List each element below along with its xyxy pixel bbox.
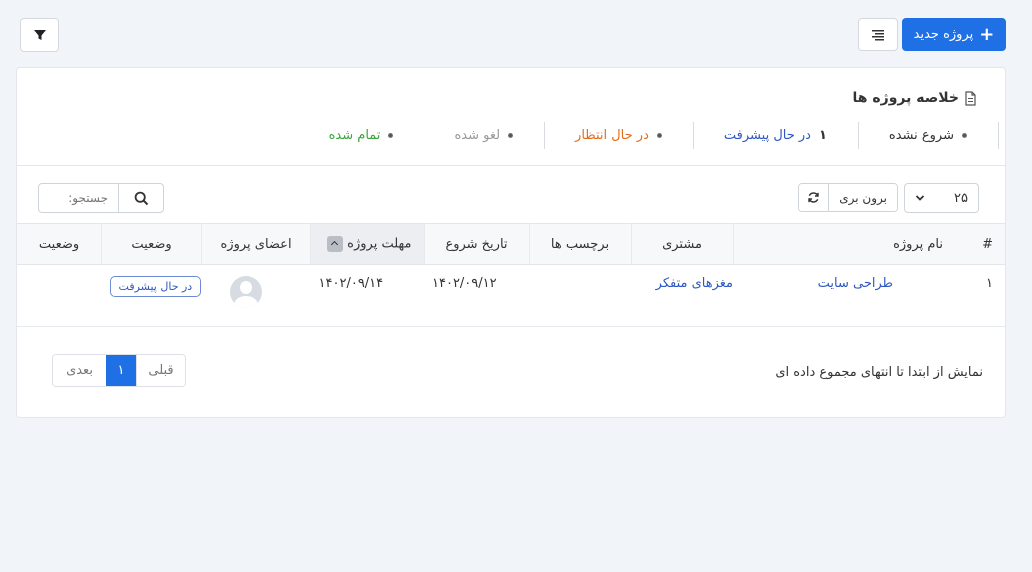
new-project-label: پروژه جدید [913,27,974,42]
stat-count: ۱ [818,128,827,143]
col-status-2[interactable]: وضعیت [17,223,102,265]
stat-on-hold[interactable]: در حال انتظار [545,122,694,149]
cell-members [201,264,311,327]
page-1-button[interactable]: ۱ [106,355,136,386]
client-link[interactable]: مغزهای متفکر [656,276,733,291]
col-tags[interactable]: برچسب ها [528,223,631,265]
next-page-button[interactable]: بعدی [53,355,106,386]
page-size-value: ۲۵ [954,190,968,206]
top-toolbar: + پروژه جدید [20,17,1006,52]
search-input[interactable] [38,183,119,213]
table-header-row: # نام پروژه مشتری برچسب ها تاریخ شروع مه… [17,223,1005,265]
col-members[interactable]: اعضای پروژه [201,223,311,265]
cell-client[interactable]: مغزهای متفکر [631,264,733,327]
export-group: برون بری [798,183,898,212]
col-deadline[interactable]: مهلت پروژه [310,223,424,265]
export-button[interactable]: برون بری [828,184,897,211]
project-link[interactable]: طراحی سایت [818,276,893,291]
table-controls: ۲۵ برون بری [798,183,979,213]
refresh-icon [808,192,819,203]
page-size-select[interactable]: ۲۵ [904,183,979,213]
stat-in-progress[interactable]: ۱ در حال پیشرفت [694,122,859,149]
stat-label: در حال انتظار [575,128,649,143]
list-view-button[interactable] [858,18,898,51]
summary-title-text: خلاصه پروژه ها [852,90,959,106]
filter-button[interactable] [20,18,59,52]
status-badge: در حال پیشرفت [109,276,202,297]
bullet-icon [656,133,662,138]
bullet-icon [388,133,394,138]
stat-completed[interactable]: تمام شده [299,122,425,149]
cell-status-2 [17,264,102,327]
cell-deadline: ۱۴۰۲/۰۹/۱۴ [310,264,424,327]
status-summary: شروع نشده ۱ در حال پیشرفت در حال انتظار … [299,122,999,149]
stat-label: تمام شده [328,128,381,143]
cell-tags [529,264,631,327]
search-group [38,183,164,213]
table-row: ۱ طراحی سایت مغزهای متفکر ۱۴۰۲/۰۹/۱۲ ۱۴۰… [17,264,1005,327]
cell-status: در حال پیشرفت [101,264,202,327]
col-project-name[interactable]: نام پروژه [732,223,955,265]
stat-label: لغو شده [454,128,501,143]
projects-table: # نام پروژه مشتری برچسب ها تاریخ شروع مه… [17,223,1005,327]
table-info: نمایش از ابتدا تا انتهای مجموع داده ای [775,365,983,380]
new-project-button[interactable]: + پروژه جدید [902,18,1006,51]
col-start-date[interactable]: تاریخ شروع [423,223,529,265]
divider [17,165,1005,166]
stat-label: شروع نشده [888,128,954,143]
refresh-button[interactable] [799,184,829,211]
sort-asc-icon [327,236,344,252]
cell-number: ۱ [955,264,1005,327]
chevron-down-icon [915,195,925,201]
search-icon [134,191,148,205]
col-status[interactable]: وضعیت [101,223,202,265]
document-icon [965,90,976,106]
pagination: قبلی ۱ بعدی [52,354,186,387]
search-button[interactable] [118,183,164,213]
stat-not-started[interactable]: شروع نشده [859,122,999,149]
align-right-icon [872,29,884,40]
stat-cancelled[interactable]: لغو شده [424,122,546,149]
cell-project-name[interactable]: طراحی سایت [733,264,955,327]
bullet-icon [962,133,967,138]
prev-page-button[interactable]: قبلی [136,355,185,386]
bullet-icon [508,133,514,138]
avatar[interactable] [229,276,262,308]
col-deadline-label: مهلت پروژه [347,236,412,252]
col-client[interactable]: مشتری [630,223,733,265]
col-number[interactable]: # [955,223,1005,265]
cell-start-date: ۱۴۰۲/۰۹/۱۲ [424,264,529,327]
filter-icon [33,30,46,40]
stat-label: در حال پیشرفت [723,128,811,143]
plus-icon: + [979,23,995,45]
summary-title: خلاصه پروژه ها [853,90,977,106]
projects-card: خلاصه پروژه ها شروع نشده ۱ در حال پیشرفت… [16,67,1006,418]
